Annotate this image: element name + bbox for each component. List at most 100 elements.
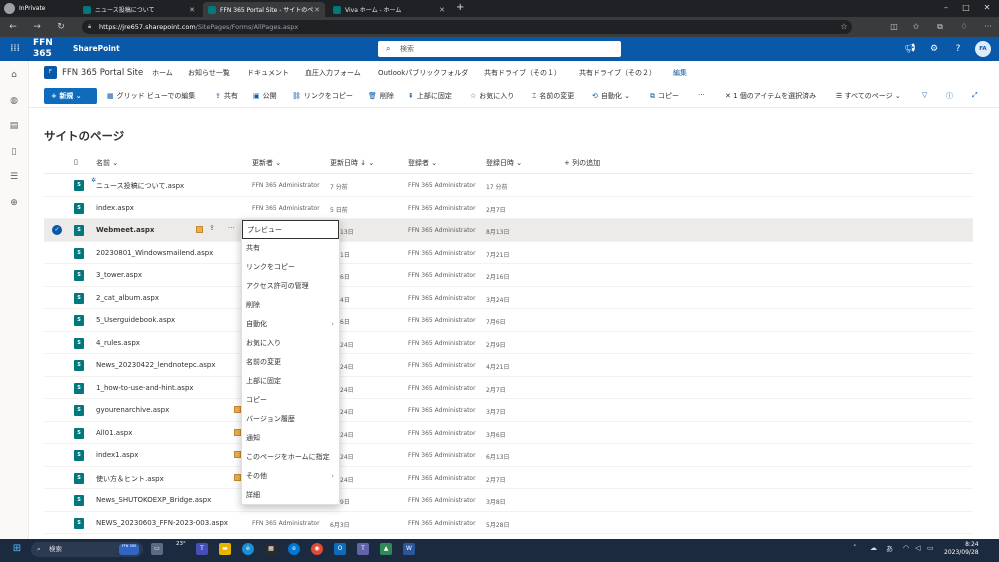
nav-home[interactable]: ホーム bbox=[152, 68, 173, 78]
view-switcher[interactable]: ☰ すべてのページ ⌄ bbox=[836, 91, 901, 101]
file-name[interactable]: index.aspx bbox=[96, 204, 134, 212]
word-icon[interactable]: W bbox=[403, 543, 415, 555]
speaker-icon[interactable]: ◁ bbox=[915, 544, 920, 552]
file-icon[interactable]: ▯ bbox=[8, 146, 20, 158]
file-name[interactable]: 1_how-to-use-and-hint.aspx bbox=[96, 384, 194, 392]
favorites-icon[interactable]: ✩ bbox=[910, 21, 922, 33]
task-view-icon[interactable]: ▭ bbox=[151, 543, 163, 555]
expand-icon[interactable]: ⤢ bbox=[972, 91, 978, 100]
table-row[interactable]: S 5_Userguidebook.aspx 6日 FFN 365 Admini… bbox=[44, 309, 973, 332]
news-icon[interactable]: ▤ bbox=[8, 120, 20, 132]
close-tab-icon[interactable]: ✕ bbox=[314, 6, 320, 14]
grid-view-button[interactable]: ▦ グリッド ビューでの編集 bbox=[107, 91, 195, 101]
table-row[interactable]: S index1.aspx 24日 FFN 365 Administrator … bbox=[44, 444, 973, 467]
file-name[interactable]: 5_Userguidebook.aspx bbox=[96, 316, 175, 324]
table-row[interactable]: S News_SHUTOKOEXP_Bridge.aspx 9日 FFN 365… bbox=[44, 489, 973, 512]
globe-icon[interactable]: ◍ bbox=[8, 95, 20, 107]
table-row[interactable]: S All01.aspx 24日 FFN 365 Administrator 3… bbox=[44, 422, 973, 444]
close-tab-icon[interactable]: ✕ bbox=[439, 6, 445, 14]
nav-edit-link[interactable]: 編集 bbox=[673, 68, 687, 78]
address-bar[interactable]: 🔒︎ https://jre657.sharepoint.com/SitePag… bbox=[82, 20, 852, 34]
nav-outlook-folder[interactable]: Outlookパブリックフォルダ bbox=[378, 68, 468, 78]
share-icon[interactable]: ⇪ bbox=[209, 224, 215, 232]
menu-item-version-history[interactable]: バージョン履歴 bbox=[242, 410, 339, 429]
column-header-created-by[interactable]: 登録者 ⌄ bbox=[408, 158, 437, 168]
wifi-icon[interactable]: ◠ bbox=[903, 544, 909, 552]
sharepoint-label[interactable]: SharePoint bbox=[73, 44, 120, 53]
menu-item-manage-access[interactable]: アクセス許可の管理 bbox=[242, 277, 339, 296]
table-row[interactable]: S 使い方＆ヒント.aspx 24日 FFN 365 Administrator… bbox=[44, 467, 973, 489]
delete-button[interactable]: 🗑︎ 削除 bbox=[368, 91, 394, 101]
file-name[interactable]: ニュース投稿について.aspx bbox=[96, 181, 184, 191]
nav-documents[interactable]: ドキュメント bbox=[247, 68, 289, 78]
file-name[interactable]: gyourenarchive.aspx bbox=[96, 406, 169, 414]
favorite-button[interactable]: ☆ お気に入り bbox=[470, 91, 514, 101]
close-window-icon[interactable]: ✕ bbox=[979, 1, 995, 15]
lists-icon[interactable]: ☰ bbox=[8, 171, 20, 183]
org-brand[interactable]: FFN 365 bbox=[33, 38, 59, 60]
table-row[interactable]: S 3_tower.aspx 6日 FFN 365 Administrator … bbox=[44, 264, 973, 287]
file-name[interactable]: 20230801_Windowsmailend.aspx bbox=[96, 249, 213, 257]
menu-item-pin-top[interactable]: 上部に固定 bbox=[242, 372, 339, 391]
browser-tab-viva[interactable]: Viva ホーム - ホーム ✕ bbox=[328, 2, 450, 17]
checkmark-icon[interactable]: ✓ bbox=[52, 225, 62, 235]
edge-icon[interactable]: e bbox=[242, 543, 254, 555]
battery-icon[interactable]: ▭ bbox=[927, 544, 934, 552]
menu-item-preview[interactable]: プレビュー bbox=[242, 220, 339, 239]
windows-start-icon[interactable]: ⊞ bbox=[11, 543, 23, 555]
nav-bp-form[interactable]: 血圧入力フォーム bbox=[305, 68, 361, 78]
nav-notices[interactable]: お知らせ一覧 bbox=[188, 68, 230, 78]
table-row[interactable]: S News_20230422_lendnotepc.aspx 24日 FFN … bbox=[44, 354, 973, 377]
help-icon[interactable]: ? bbox=[952, 43, 964, 55]
site-logo[interactable]: F bbox=[44, 66, 57, 79]
file-name[interactable]: 4_rules.aspx bbox=[96, 339, 140, 347]
weather-widget[interactable]: 23° bbox=[176, 541, 186, 547]
system-clock[interactable]: 8:24 2023/09/28 bbox=[944, 541, 979, 557]
browser-tab-news[interactable]: ニュース投稿について ✕ bbox=[78, 2, 200, 17]
browser-tab-portal[interactable]: FFN 365 Portal Site - サイトのペ ✕ bbox=[203, 2, 325, 17]
add-column-button[interactable]: + 列の追加 bbox=[564, 158, 600, 168]
table-row-selected[interactable]: ✓ S Webmeet.aspx ⇪ ··· 13日 FFN 365 Admin… bbox=[44, 219, 973, 242]
create-icon[interactable]: ⊕ bbox=[8, 197, 20, 209]
rename-button[interactable]: ⌶ 名前の変更 bbox=[532, 91, 574, 101]
file-name[interactable]: News_SHUTOKOEXP_Bridge.aspx bbox=[96, 496, 211, 504]
site-title[interactable]: FFN 365 Portal Site bbox=[62, 68, 143, 78]
publish-button[interactable]: ▣ 公開 bbox=[253, 91, 277, 101]
teams-icon[interactable]: T bbox=[196, 543, 208, 555]
more-commands-button[interactable]: ··· bbox=[698, 91, 705, 99]
new-tab-icon[interactable]: + bbox=[456, 2, 464, 13]
filter-icon[interactable]: ▽ bbox=[922, 91, 927, 99]
column-header-created[interactable]: 登録日時 ⌄ bbox=[486, 158, 522, 168]
column-header-modified[interactable]: 更新日時 ↓ ⌄ bbox=[330, 158, 374, 168]
menu-item-copy-link[interactable]: リンクをコピー bbox=[242, 258, 339, 277]
info-icon[interactable]: ⓘ bbox=[946, 91, 953, 101]
table-row[interactable]: S 4_rules.aspx 24日 FFN 365 Administrator… bbox=[44, 332, 973, 354]
menu-item-automate[interactable]: 自動化 › bbox=[242, 315, 339, 334]
favorite-star-icon[interactable]: ☆ bbox=[838, 21, 850, 33]
file-name[interactable]: 3_tower.aspx bbox=[96, 271, 142, 279]
table-row[interactable]: S gyourenarchive.aspx 24日 FFN 365 Admini… bbox=[44, 399, 973, 422]
photos-icon[interactable]: ▲ bbox=[380, 543, 392, 555]
edge-dev-icon[interactable]: e bbox=[288, 543, 300, 555]
menu-item-details[interactable]: 詳細 bbox=[242, 486, 339, 505]
file-name[interactable]: 使い方＆ヒント.aspx bbox=[96, 474, 164, 484]
app-launcher-icon[interactable]: ⁞⁞⁞ bbox=[8, 42, 22, 56]
outlook-icon[interactable]: O bbox=[334, 543, 346, 555]
onedrive-icon[interactable]: ☁ bbox=[870, 544, 877, 552]
file-explorer-icon[interactable]: ▬ bbox=[219, 543, 231, 555]
split-screen-icon[interactable]: ◫ bbox=[888, 21, 900, 33]
inprivate-indicator[interactable]: InPrivate bbox=[4, 2, 46, 15]
nav-shared-drive-1[interactable]: 共有ドライブ（その１） bbox=[484, 68, 561, 78]
selection-count[interactable]: ✕ 1 個のアイテムを選択済み bbox=[725, 91, 816, 101]
column-header-modified-by[interactable]: 更新者 ⌄ bbox=[252, 158, 281, 168]
new-button[interactable]: + 新規 ⌄ bbox=[44, 88, 97, 104]
file-name[interactable]: 2_cat_album.aspx bbox=[96, 294, 159, 302]
file-name[interactable]: index1.aspx bbox=[96, 451, 138, 459]
search-box[interactable]: ⌕ 検索 bbox=[378, 41, 621, 57]
nav-shared-drive-2[interactable]: 共有ドライブ（その２） bbox=[579, 68, 656, 78]
pin-top-button[interactable]: ⇞ 上部に固定 bbox=[408, 91, 452, 101]
menu-item-make-homepage[interactable]: このページをホームに指定 bbox=[242, 448, 339, 467]
menu-item-copy[interactable]: コピー bbox=[242, 391, 339, 410]
ime-indicator[interactable]: あ bbox=[886, 544, 893, 554]
menu-item-alert[interactable]: 通知 bbox=[242, 429, 339, 448]
